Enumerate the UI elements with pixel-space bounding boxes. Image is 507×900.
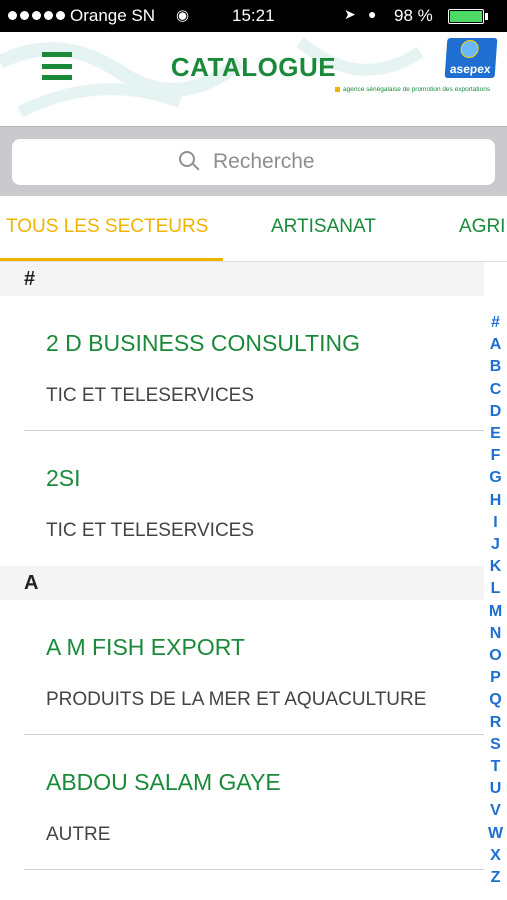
status-bar: Orange SN ◉ 15:21 ➤ ● 98 % (0, 0, 507, 32)
list-item[interactable]: ABDOU SALAM GAYE AUTRE (0, 735, 484, 870)
company-sector: TIC ET TELESERVICES (46, 520, 255, 541)
alphabet-index-letter[interactable]: D (490, 401, 502, 423)
company-name: A M FISH EXPORT (46, 634, 245, 660)
alphabet-index-letter[interactable]: # (491, 312, 500, 334)
alphabet-index-letter[interactable]: K (490, 556, 502, 578)
alphabet-index-letter[interactable]: N (490, 623, 502, 645)
alphabet-index: # A B C D E F G H I J K L M N O P Q R S T U V W X Z (484, 312, 507, 889)
globe-icon (460, 40, 480, 58)
asepex-logo: asepex (444, 38, 498, 78)
alphabet-index-letter[interactable]: R (490, 712, 502, 734)
tab-tous-les-secteurs[interactable]: TOUS LES SECTEURS (6, 216, 208, 238)
app-header: CATALOGUE asepex agence sénégalaise de p… (0, 32, 507, 126)
search-input[interactable] (213, 150, 328, 174)
tagline-text: agence sénégalaise de promotion des expo… (343, 86, 491, 93)
alphabet-index-letter[interactable]: H (490, 490, 502, 512)
alphabet-index-letter[interactable]: J (491, 534, 500, 556)
alphabet-index-letter[interactable]: G (489, 467, 501, 489)
list-item[interactable]: 2 D BUSINESS CONSULTING TIC ET TELESERVI… (0, 296, 484, 431)
company-list: # 2 D BUSINESS CONSULTING TIC ET TELESER… (0, 262, 484, 870)
company-name: 2SI (46, 465, 81, 491)
alphabet-index-letter[interactable]: Z (491, 867, 501, 889)
list-item[interactable]: 2SI TIC ET TELESERVICES (0, 431, 484, 566)
battery-icon (448, 9, 484, 24)
location-icon: ➤ (344, 6, 356, 22)
company-name: 2 D BUSINESS CONSULTING (46, 330, 360, 356)
rotation-lock-icon: ● (368, 6, 377, 22)
sector-tabs: TOUS LES SECTEURS ARTISANAT AGRI (0, 196, 507, 262)
battery-tip (485, 13, 488, 20)
company-sector: PRODUITS DE LA MER ET AQUACULTURE (46, 689, 427, 710)
tab-agri[interactable]: AGRI (459, 216, 505, 238)
catalogue-screen: Orange SN ◉ 15:21 ➤ ● 98 % CATALOGUE ase… (0, 0, 507, 900)
alphabet-index-letter[interactable]: E (490, 423, 501, 445)
section-header-hash: # (0, 262, 484, 296)
alphabet-index-letter[interactable]: U (490, 778, 502, 800)
alphabet-index-letter[interactable]: M (489, 601, 502, 623)
search-box[interactable] (12, 139, 495, 185)
logo-tagline: agence sénégalaise de promotion des expo… (335, 86, 505, 93)
alphabet-index-letter[interactable]: P (490, 667, 501, 689)
alphabet-index-letter[interactable]: F (491, 445, 501, 467)
battery-percent: 98 % (394, 6, 433, 25)
alphabet-index-letter[interactable]: V (490, 800, 501, 822)
logo-text: asepex (449, 62, 492, 76)
section-header-a: A (0, 566, 484, 600)
search-icon (179, 151, 201, 173)
alphabet-index-letter[interactable]: I (493, 512, 497, 534)
tab-artisanat[interactable]: ARTISANAT (271, 216, 376, 238)
wifi-icon: ◉ (176, 7, 190, 24)
list-divider (24, 869, 484, 870)
company-name: ABDOU SALAM GAYE (46, 769, 281, 795)
alphabet-index-letter[interactable]: A (490, 334, 502, 356)
alphabet-index-letter[interactable]: C (490, 379, 502, 401)
alphabet-index-letter[interactable]: L (491, 578, 501, 600)
alphabet-index-letter[interactable]: O (489, 645, 501, 667)
status-time: 15:21 (232, 6, 275, 25)
alphabet-index-letter[interactable]: S (490, 734, 501, 756)
alphabet-index-letter[interactable]: T (491, 756, 501, 778)
page-title: CATALOGUE (170, 52, 337, 82)
tagline-square-icon (335, 86, 340, 92)
alphabet-index-letter[interactable]: W (488, 823, 503, 845)
company-sector: TIC ET TELESERVICES (46, 385, 255, 406)
search-bar-container (0, 126, 507, 196)
carrier-name: Orange SN (70, 6, 156, 25)
list-item[interactable]: A M FISH EXPORT PRODUITS DE LA MER ET AQ… (0, 600, 484, 735)
company-sector: AUTRE (46, 824, 111, 845)
alphabet-index-letter[interactable]: B (490, 356, 502, 378)
alphabet-index-letter[interactable]: X (490, 845, 501, 867)
signal-strength-icon (8, 11, 65, 20)
alphabet-index-letter[interactable]: Q (489, 689, 501, 711)
